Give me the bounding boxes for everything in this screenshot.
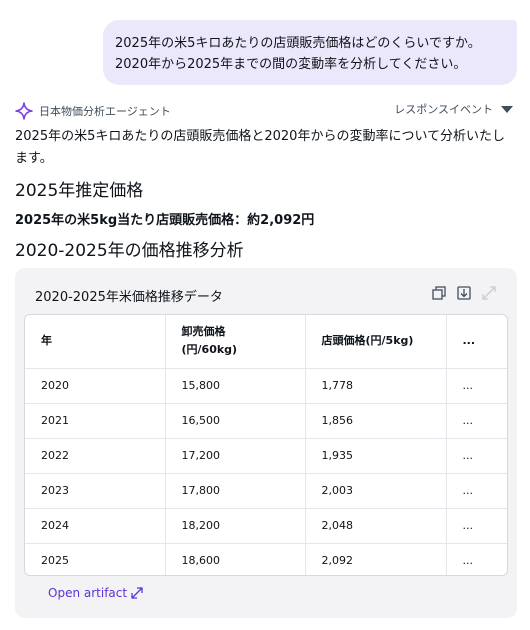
table-row: 2022 17,200 1,935 ... bbox=[25, 438, 507, 474]
cell-year: 2023 bbox=[25, 473, 166, 509]
cell-retail: 1,856 bbox=[305, 403, 447, 439]
price-table: 年 卸売価格 (円/60kg) 店頭価格(円/5kg) ... 2020 15,… bbox=[24, 314, 508, 576]
column-header-wholesale: 卸売価格 (円/60kg) bbox=[165, 315, 306, 369]
cell-year: 2020 bbox=[25, 368, 166, 404]
heading-trend: 2020-2025年の価格推移分析 bbox=[15, 241, 244, 261]
cell-year: 2024 bbox=[25, 508, 166, 544]
agent-name: 日本物価分析エージェント bbox=[39, 105, 171, 118]
caret-down-icon bbox=[501, 105, 513, 113]
agent-header: 日本物価分析エージェント レスポンスイベント bbox=[15, 101, 515, 121]
cell-more: ... bbox=[446, 368, 507, 404]
sparkle-icon bbox=[15, 102, 33, 120]
cell-wholesale: 16,500 bbox=[165, 403, 306, 439]
heading-estimate: 2025年推定価格 bbox=[15, 181, 144, 201]
download-icon[interactable] bbox=[456, 285, 472, 301]
table-row: 2020 15,800 1,778 ... bbox=[25, 368, 507, 404]
copy-icon[interactable] bbox=[431, 285, 447, 301]
estimated-price-line: 2025年の米5kg当たり店頭販売価格：約2,092円 bbox=[15, 213, 315, 228]
external-link-icon bbox=[131, 587, 143, 599]
response-events-dropdown[interactable]: レスポンスイベント bbox=[394, 101, 513, 117]
cell-wholesale: 15,800 bbox=[165, 368, 306, 404]
artifact-card: 2020-2025年米価格推移データ 年 卸売価格 (円/60kg) 店頭価格(… bbox=[15, 268, 517, 618]
cell-year: 2022 bbox=[25, 438, 166, 474]
response-events-label: レスポンスイベント bbox=[394, 103, 493, 116]
cell-more: ... bbox=[446, 473, 507, 509]
table-header-row: 年 卸売価格 (円/60kg) 店頭価格(円/5kg) ... bbox=[25, 315, 507, 369]
table-row: 2023 17,800 2,003 ... bbox=[25, 473, 507, 509]
cell-wholesale: 18,200 bbox=[165, 508, 306, 544]
column-header-wholesale-line: 卸売価格 bbox=[181, 325, 226, 339]
cell-retail: 2,003 bbox=[305, 473, 447, 509]
column-header-wholesale-unit: (円/60kg) bbox=[181, 343, 238, 357]
cell-year: 2025 bbox=[25, 543, 166, 575]
cell-wholesale: 17,200 bbox=[165, 438, 306, 474]
table-row: 2021 16,500 1,856 ... bbox=[25, 403, 507, 439]
expand-icon[interactable] bbox=[481, 285, 497, 301]
open-artifact-label: Open artifact bbox=[48, 586, 128, 600]
artifact-title: 2020-2025年米価格推移データ bbox=[35, 290, 223, 305]
user-message-line: 2025年の米5キロあたりの店頭販売価格はどのくらいですか。 bbox=[115, 36, 481, 51]
cell-retail: 2,048 bbox=[305, 508, 447, 544]
table-row: 2024 18,200 2,048 ... bbox=[25, 508, 507, 544]
cell-retail: 1,778 bbox=[305, 368, 447, 404]
user-message-line: 2020年から2025年までの間の変動率を分析してください。 bbox=[115, 57, 467, 72]
cell-more: ... bbox=[446, 508, 507, 544]
cell-wholesale: 17,800 bbox=[165, 473, 306, 509]
cell-retail: 2,092 bbox=[305, 543, 447, 575]
table-row: 2025 18,600 2,092 ... bbox=[25, 543, 507, 575]
column-header-year: 年 bbox=[25, 315, 166, 369]
response-intro: 2025年の米5キロあたりの店頭販売価格と2020年からの変動率について分析いた… bbox=[15, 129, 506, 166]
cell-wholesale: 18,600 bbox=[165, 543, 306, 575]
column-header-retail: 店頭価格(円/5kg) bbox=[305, 315, 447, 369]
cell-more: ... bbox=[446, 438, 507, 474]
column-header-more: ... bbox=[446, 315, 507, 369]
artifact-toolbar bbox=[431, 285, 497, 301]
open-artifact-link[interactable]: Open artifact bbox=[48, 586, 143, 600]
cell-year: 2021 bbox=[25, 403, 166, 439]
cell-more: ... bbox=[446, 403, 507, 439]
cell-retail: 1,935 bbox=[305, 438, 447, 474]
cell-more: ... bbox=[462, 554, 474, 568]
user-message-bubble: 2025年の米5キロあたりの店頭販売価格はどのくらいですか。 2020年から20… bbox=[103, 20, 517, 85]
